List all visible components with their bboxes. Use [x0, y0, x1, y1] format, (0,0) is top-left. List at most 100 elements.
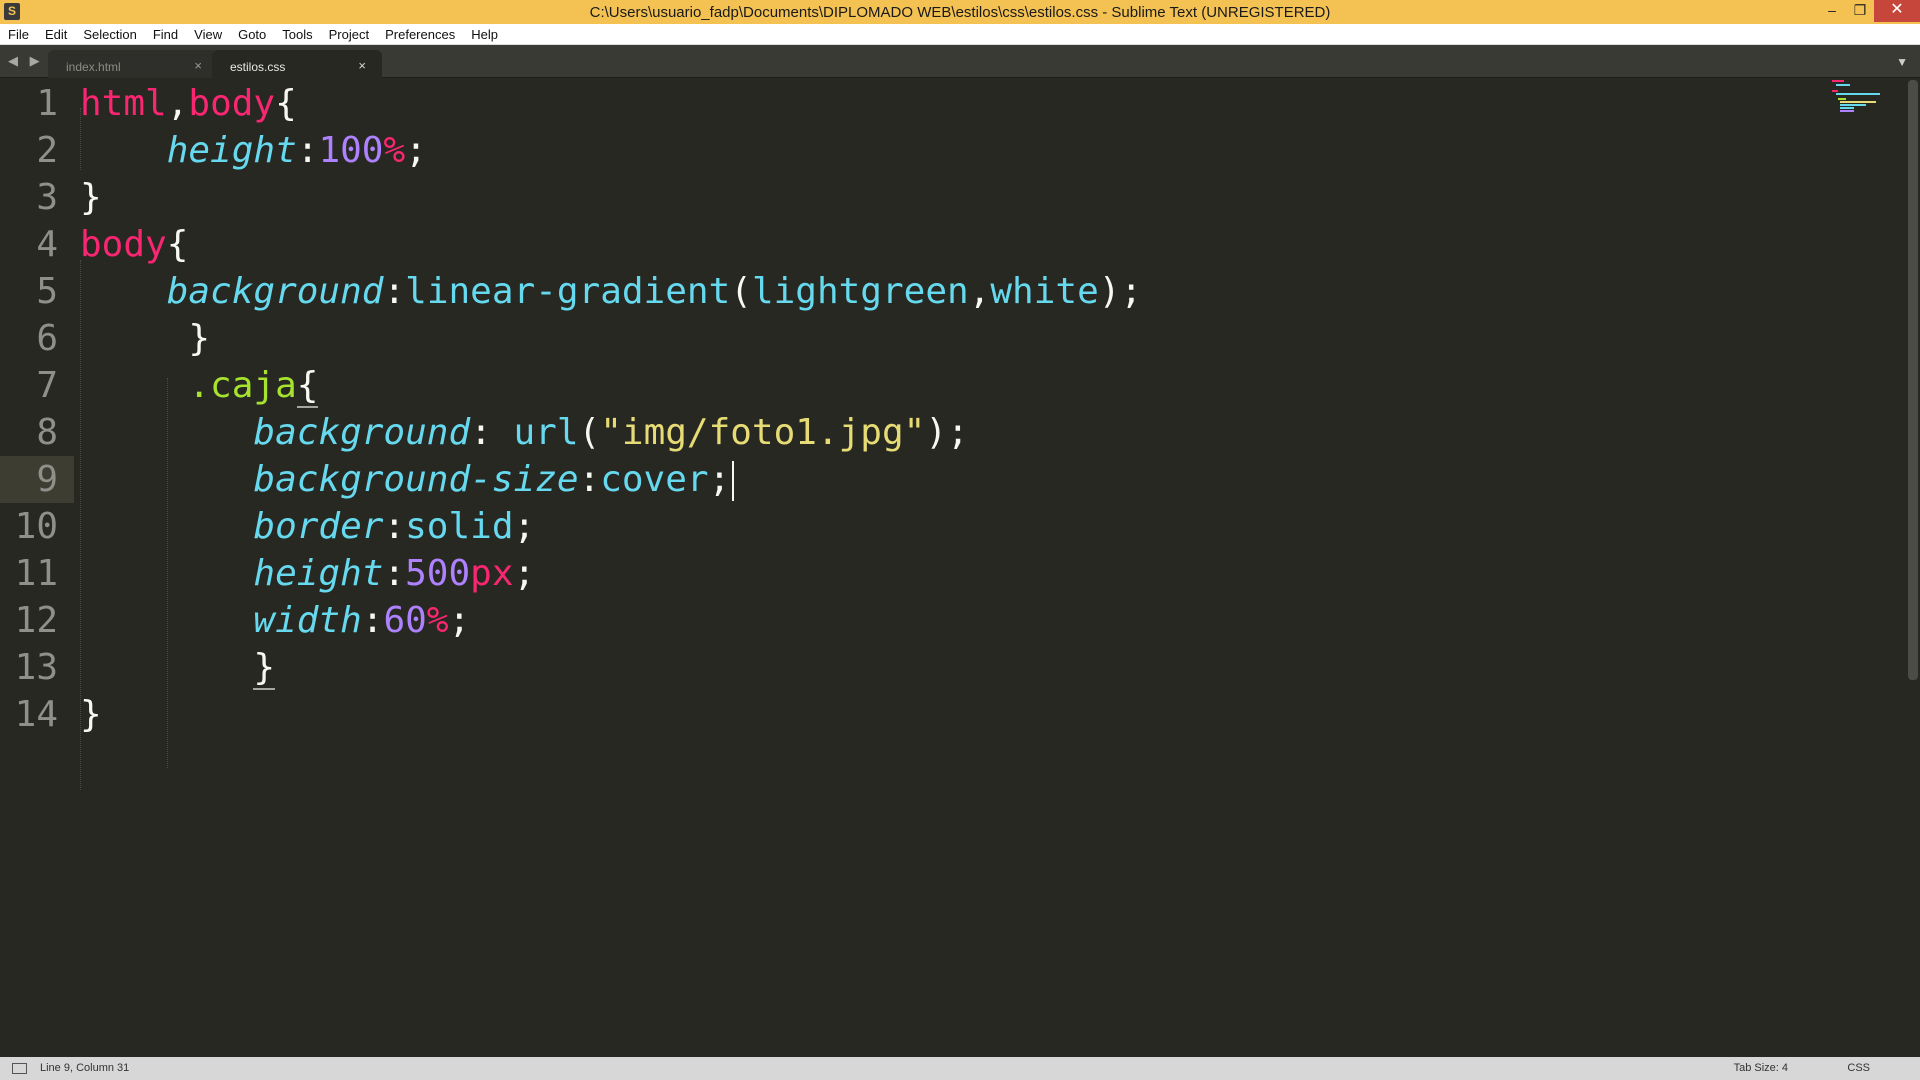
- code-line[interactable]: .caja{: [80, 362, 319, 409]
- tab-size-indicator[interactable]: Tab Size: 4: [1734, 1062, 1788, 1074]
- code-token: .caja: [188, 365, 297, 406]
- cursor-position: Line 9, Column 31: [40, 1062, 130, 1074]
- code-token: :: [383, 553, 406, 594]
- code-token: }: [80, 177, 102, 218]
- code-token: ;: [513, 506, 536, 547]
- tab-label: estilos.css: [230, 60, 286, 74]
- minimap[interactable]: [1832, 78, 1892, 118]
- menu-edit[interactable]: Edit: [37, 24, 75, 45]
- close-button[interactable]: ✕: [1874, 0, 1920, 22]
- code-line[interactable]: }: [80, 691, 102, 738]
- code-token: :: [361, 600, 384, 641]
- menu-selection[interactable]: Selection: [75, 24, 144, 45]
- tab-close-icon[interactable]: ×: [194, 58, 202, 73]
- console-icon[interactable]: [12, 1063, 27, 1074]
- tab-nav-arrows[interactable]: ◀ ▶: [8, 53, 44, 69]
- code-editor[interactable]: 1 2 3 4 5 6 7 8 9 10 11 12 13 14 html,body{ height:10…: [0, 78, 1905, 1057]
- code-token: {: [275, 83, 297, 124]
- menu-file[interactable]: File: [0, 24, 37, 45]
- minimap-line: [1832, 90, 1838, 92]
- code-token: linear-gradient: [405, 271, 731, 312]
- code-line[interactable]: }: [80, 315, 210, 362]
- code-token: }: [253, 647, 276, 690]
- line-number: 12: [14, 600, 58, 641]
- code-token: :: [383, 271, 406, 312]
- code-line[interactable]: background-size:cover;: [80, 456, 735, 503]
- line-number: 13: [14, 647, 58, 688]
- minimap-line: [1840, 104, 1866, 106]
- line-number: 5: [36, 271, 58, 312]
- code-token: height: [166, 130, 297, 171]
- code-token: :: [383, 506, 406, 547]
- tab-bar: ◀ ▶ index.html × estilos.css × ▼: [0, 45, 1920, 78]
- line-number: 14: [14, 694, 58, 735]
- tab-index-html[interactable]: index.html ×: [48, 50, 218, 78]
- code-line[interactable]: background:linear-gradient(lightgreen,wh…: [80, 268, 1142, 315]
- code-line[interactable]: }: [80, 644, 276, 691]
- code-line[interactable]: }: [80, 174, 102, 221]
- window-title: C:\Users\usuario_fadp\Documents\DIPLOMAD…: [589, 3, 1331, 21]
- line-number: 8: [36, 412, 58, 453]
- line-number: 1: [36, 83, 58, 124]
- menu-view[interactable]: View: [186, 24, 230, 45]
- code-token: :: [578, 459, 601, 500]
- code-token: }: [188, 318, 211, 359]
- tab-close-icon[interactable]: ×: [358, 58, 366, 73]
- code-token: cover: [600, 459, 709, 500]
- window-controls: – ❐ ✕: [1818, 0, 1920, 24]
- status-bar: Line 9, Column 31 Tab Size: 4 CSS: [0, 1057, 1920, 1080]
- code-line[interactable]: height:100%;: [80, 127, 427, 174]
- code-token: 100: [318, 130, 384, 171]
- menu-find[interactable]: Find: [145, 24, 186, 45]
- minimize-button[interactable]: –: [1818, 0, 1846, 22]
- code-token: border: [253, 506, 384, 547]
- code-token: body: [188, 83, 276, 124]
- line-number: 11: [14, 553, 58, 594]
- line-number: 7: [36, 365, 58, 406]
- code-token: :: [296, 130, 319, 171]
- title-bar: S C:\Users\usuario_fadp\Documents\DIPLOM…: [0, 0, 1920, 24]
- menu-project[interactable]: Project: [321, 24, 377, 45]
- menu-help[interactable]: Help: [463, 24, 506, 45]
- code-line[interactable]: width:60%;: [80, 597, 470, 644]
- code-token: (: [730, 271, 752, 312]
- line-number: 4: [36, 224, 58, 265]
- restore-button[interactable]: ❐: [1846, 0, 1874, 22]
- code-line[interactable]: border:solid;: [80, 503, 535, 550]
- code-token: %: [383, 130, 406, 171]
- sublime-icon[interactable]: S: [4, 3, 20, 20]
- vertical-scrollbar[interactable]: [1908, 80, 1918, 680]
- code-line[interactable]: html,body{: [80, 80, 297, 127]
- code-line[interactable]: body{: [80, 221, 188, 268]
- code-token: px: [470, 553, 514, 594]
- menu-preferences[interactable]: Preferences: [377, 24, 463, 45]
- minimap-line: [1836, 93, 1880, 95]
- minimap-line: [1840, 107, 1854, 109]
- code-token: (: [578, 412, 601, 453]
- minimap-line: [1832, 80, 1844, 82]
- code-token: ;: [405, 130, 427, 171]
- code-token: 60: [383, 600, 427, 641]
- minimap-line: [1836, 84, 1850, 86]
- code-line[interactable]: height:500px;: [80, 550, 535, 597]
- code-token: );: [1098, 271, 1143, 312]
- code-token: ,: [166, 83, 189, 124]
- syntax-indicator[interactable]: CSS: [1847, 1062, 1870, 1074]
- tab-label: index.html: [66, 60, 121, 74]
- tab-dropdown-icon[interactable]: ▼: [1896, 55, 1908, 69]
- code-token: lightgreen: [751, 271, 969, 312]
- menu-tools[interactable]: Tools: [274, 24, 320, 45]
- line-number: 2: [36, 130, 58, 171]
- menu-goto[interactable]: Goto: [230, 24, 274, 45]
- tab-estilos-css[interactable]: estilos.css ×: [212, 50, 382, 78]
- code-line[interactable]: background: url("img/foto1.jpg");: [80, 409, 968, 456]
- code-token: ,: [968, 271, 991, 312]
- minimap-line: [1840, 110, 1854, 112]
- code-token: ;: [513, 553, 536, 594]
